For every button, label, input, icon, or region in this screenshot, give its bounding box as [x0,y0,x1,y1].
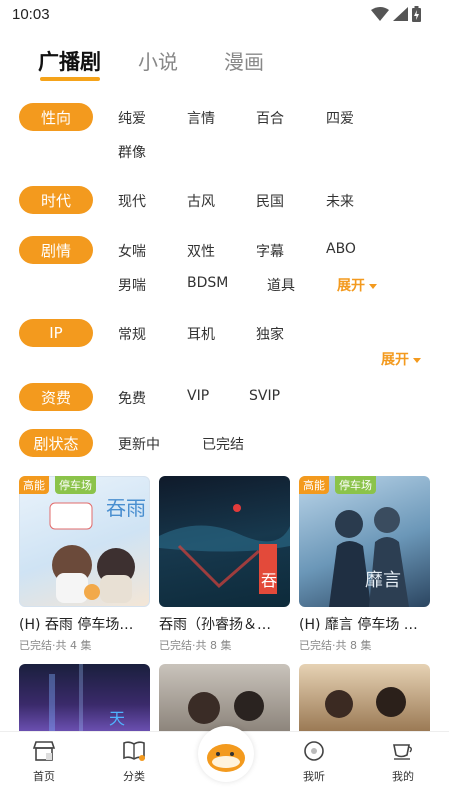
status-bar: 10:03 [0,0,449,32]
nav-label: 分类 [123,770,145,783]
filter-option[interactable]: ABO [326,241,356,257]
filter-option[interactable]: 未来 [326,191,354,211]
card-title: (H) 靡言 停车场 … [299,617,418,633]
filter-option[interactable]: 女喘 [118,241,146,261]
cover-image: 天 [19,664,150,731]
status-icons [371,6,421,22]
book-icon [123,741,145,761]
filter-option[interactable]: 字幕 [256,241,284,261]
bottom-nav: 首页 分类 我听 我的 [0,726,449,798]
category-tabs: 广播剧 小说 漫画 [0,46,449,86]
nav-label: 我的 [392,770,414,783]
mascot-icon [207,744,245,772]
filter-label-fee: 资费 [19,383,93,411]
svg-text:靡言: 靡言 [365,570,401,591]
filter-label-era: 时代 [19,186,93,214]
cover-art: 吞 [159,504,290,594]
filter-option[interactable]: 民国 [256,191,284,211]
nav-home[interactable]: 首页 [14,740,74,784]
cup-icon [393,744,412,760]
filter-option[interactable]: 男喘 [118,275,146,295]
cover-art [325,687,406,718]
cover-image: 靡言 [299,476,430,607]
parking-badge: 停车场 [335,476,376,494]
svg-text:吞: 吞 [261,571,277,590]
cover-art: 靡言 [329,507,409,607]
nav-label: 我听 [303,770,325,783]
expand-label: 展开 [337,278,365,294]
expand-ip-button[interactable]: 展开 [381,349,421,369]
card-subtitle: 已完结·共 8 集 [299,639,372,652]
nav-listening[interactable]: 我听 [284,740,344,784]
caret-down-icon [369,283,377,289]
filter-option[interactable]: VIP [187,388,209,404]
filter-option[interactable]: 耳机 [187,324,215,344]
filter-label-status: 剧状态 [19,429,93,457]
tab-radio-drama[interactable]: 广播剧 [38,46,101,76]
parking-badge: 停车场 [55,476,96,494]
wifi-icon [371,7,389,21]
filter-option[interactable]: 百合 [256,108,284,128]
high-energy-badge: 高能 [19,476,49,494]
battery-icon [412,6,421,22]
cover-image: 吞 [159,476,290,607]
filter-label-plot: 剧情 [19,236,93,264]
cover-art: 吞雨 [49,496,146,603]
active-tab-indicator [40,77,100,81]
svg-text:天: 天 [109,709,125,728]
svg-text:吞雨: 吞雨 [106,496,146,520]
nav-label: 首页 [33,770,55,783]
tab-comic[interactable]: 漫画 [224,46,264,75]
cover-image: 吞雨 [19,476,150,607]
expand-plot-button[interactable]: 展开 [337,275,377,295]
filter-label-ip: IP [19,319,93,347]
tab-novel[interactable]: 小说 [138,46,178,75]
signal-icon [393,7,408,21]
nav-category[interactable]: 分类 [104,740,164,784]
cover-art [188,691,264,724]
high-energy-badge: 高能 [299,476,329,494]
home-shop-icon [32,741,56,761]
record-icon [304,741,324,761]
status-time: 10:03 [12,6,50,23]
filter-option[interactable]: 更新中 [118,434,160,454]
cover-image [159,664,290,731]
filter-option[interactable]: 古风 [187,191,215,211]
card-subtitle: 已完结·共 4 集 [19,639,92,652]
card-title: 吞雨（孙睿扬＆… [159,617,271,633]
filter-option[interactable]: 双性 [187,241,215,261]
filter-option[interactable]: 道具 [267,275,295,295]
caret-down-icon [413,357,421,363]
filter-option[interactable]: 已完结 [202,434,244,454]
filter-option[interactable]: 免费 [118,388,146,408]
filter-label-orientation: 性向 [19,103,93,131]
nav-mine[interactable]: 我的 [373,740,433,784]
filter-option[interactable]: 现代 [118,191,146,211]
filter-option[interactable]: SVIP [249,388,280,404]
filter-option[interactable]: 群像 [118,142,146,162]
filter-option[interactable]: 纯爱 [118,108,146,128]
filter-option[interactable]: 四爱 [326,108,354,128]
filter-option[interactable]: 独家 [256,324,284,344]
filter-option[interactable]: 言情 [187,108,215,128]
cover-image [299,664,430,731]
filter-option[interactable]: 常规 [118,324,146,344]
filter-option[interactable]: BDSM [187,275,228,291]
card-subtitle: 已完结·共 8 集 [159,639,232,652]
cover-art: 天 [49,664,125,731]
center-mascot-button[interactable] [198,726,254,782]
expand-label: 展开 [381,352,409,368]
card-title: (H) 吞雨 停车场… [19,617,134,633]
